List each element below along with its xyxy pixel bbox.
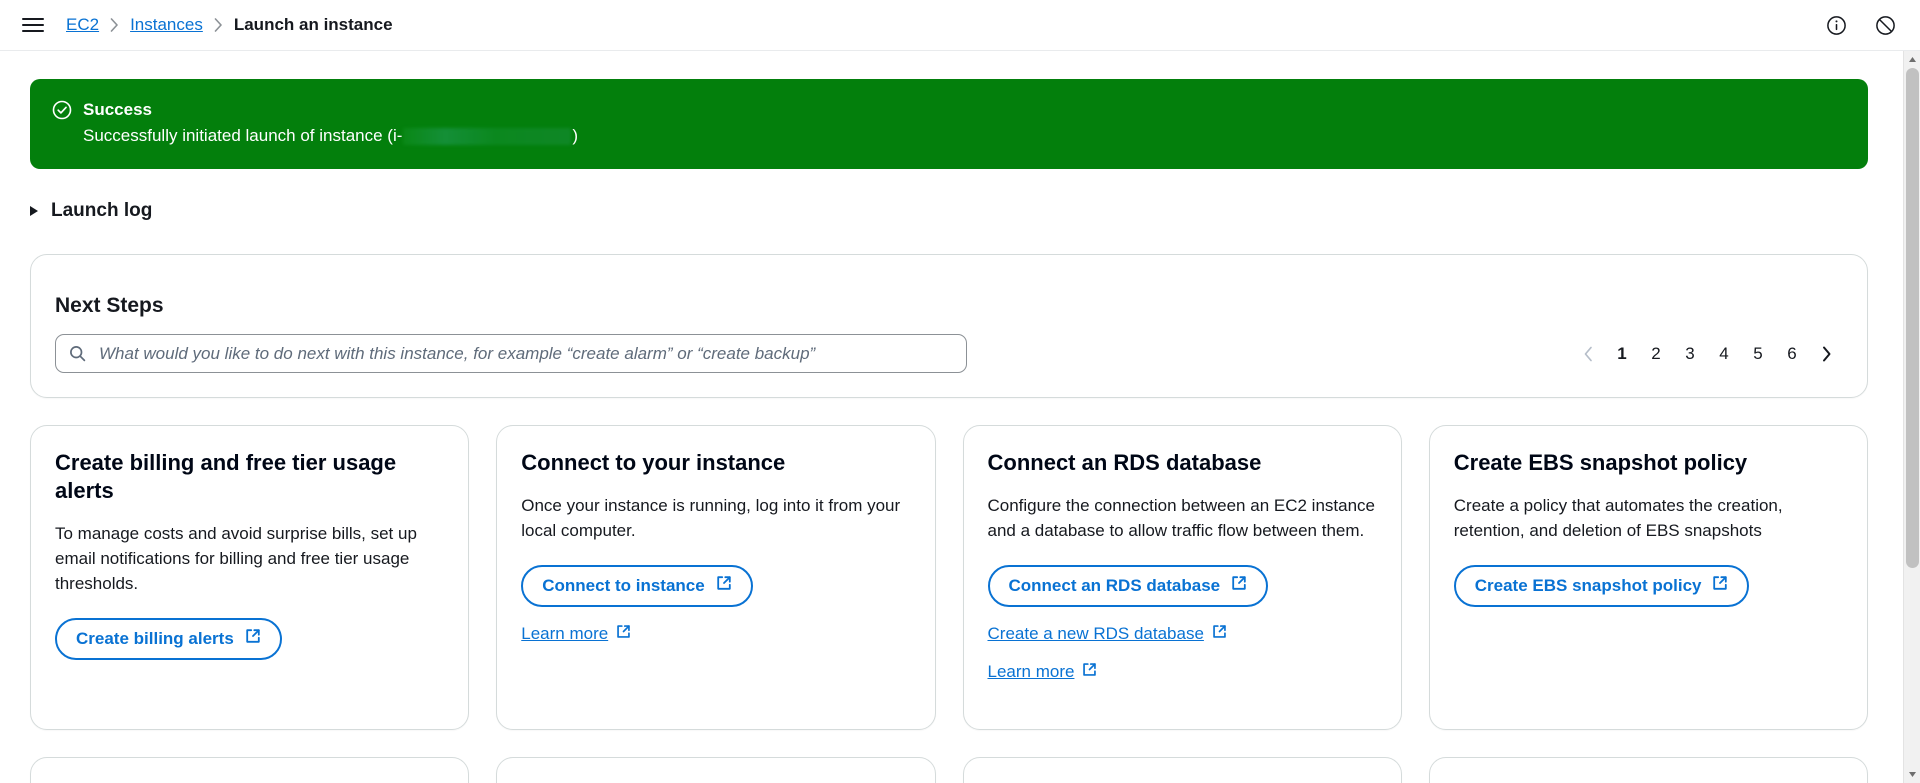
external-link-icon [245,628,261,650]
pagination-page-3[interactable]: 3 [1673,337,1707,371]
breadcrumb-item-ec2[interactable]: EC2 [66,15,99,35]
hamburger-bar [22,18,44,20]
flash-message-suffix: ) [572,126,579,145]
breadcrumb-item-current: Launch an instance [233,15,393,34]
card-description: Configure the connection between an EC2 … [987,496,1375,541]
external-link-icon [616,623,631,645]
search-icon [69,345,86,362]
search-input[interactable] [97,335,953,373]
pagination-page-4[interactable]: 4 [1707,337,1741,371]
card-connect-to-your-instance: Connect to your instance Once your insta… [496,425,936,731]
pagination-page-5[interactable]: 5 [1741,337,1775,371]
success-flash-banner: Success Successfully initiated launch of… [30,79,1868,169]
scroll-down-arrow-icon[interactable] [1904,766,1920,783]
button-label: Connect an RDS database [1008,576,1221,596]
link-label: Learn more [987,662,1075,682]
vertical-scrollbar[interactable] [1903,51,1920,783]
card-description: Create a policy that automates the creat… [1453,496,1783,541]
learn-more-link[interactable]: Learn more [988,661,1098,683]
connect-to-instance-button[interactable]: Connect to instance [521,565,753,608]
card-placeholder [1428,757,1868,783]
external-link-icon [1212,623,1227,645]
create-a-new-rds-database-link[interactable]: Create a new RDS database [988,623,1227,645]
breadcrumb: EC2 Instances Launch an instance [66,15,393,35]
next-steps-search-box[interactable] [55,334,967,374]
flash-message-prefix: Successfully initiated launch of instanc… [83,126,403,145]
card-title: Connect to your instance [521,450,786,476]
external-link-icon [716,575,732,597]
launch-log-expander[interactable]: Launch log [30,200,152,222]
next-steps-title: Next Steps [55,294,164,318]
card-description: To manage costs and avoid surprise bills… [55,524,417,594]
link-label: Learn more [521,624,609,644]
button-label: Connect to instance [542,576,705,596]
card-actions: Create billing alerts [55,618,444,661]
learn-more-link[interactable]: Learn more [521,623,631,645]
pagination: 1 2 3 4 5 6 [1571,337,1843,371]
next-steps-card-grid: Create billing and free tier usage alert… [30,425,1868,731]
pagination-page-2[interactable]: 2 [1639,337,1673,371]
card-create-billing-alerts: Create billing and free tier usage alert… [30,425,470,731]
create-ebs-snapshot-policy-button[interactable]: Create EBS snapshot policy [1453,565,1750,608]
link-label: Create a new RDS database [987,624,1204,644]
card-actions: Create EBS snapshot policy [1453,565,1843,608]
breadcrumb-item-instances[interactable]: Instances [130,15,203,35]
page-content: Success Successfully initiated launch of… [0,51,1898,783]
top-header: EC2 Instances Launch an instance [0,0,1920,51]
card-title: Create EBS snapshot policy [1453,450,1748,476]
card-actions: Connect an RDS database Create a new RDS… [987,565,1377,683]
header-actions [1826,15,1896,36]
external-link-icon [1231,575,1247,597]
card-title: Create billing and free tier usage alert… [55,450,397,504]
next-steps-toolbar: 1 2 3 4 5 6 [55,334,1843,374]
hamburger-bar [22,30,44,32]
breadcrumb-separator [110,18,119,32]
button-label: Create EBS snapshot policy [1474,576,1702,596]
pagination-next-button[interactable] [1809,337,1843,371]
hamburger-bar [22,24,44,26]
hamburger-menu-icon[interactable] [22,14,44,36]
card-placeholder [30,757,470,783]
flash-title: Success [83,100,152,119]
external-link-icon [1082,661,1097,683]
card-actions: Connect to instance Learn more [521,565,910,645]
flash-body: Success Successfully initiated launch of… [83,99,1846,147]
next-steps-card-grid-row2 [30,757,1868,783]
scrollbar-thumb[interactable] [1906,68,1919,568]
next-steps-container: Next Steps What would you like to do nex… [30,254,1868,399]
button-label: Create billing alerts [76,629,234,649]
card-description: Once your instance is running, log into … [521,496,901,541]
card-placeholder [962,757,1402,783]
status-success-check-circle-icon [52,100,72,125]
launch-log-label: Launch log [51,200,153,221]
pagination-page-1[interactable]: 1 [1605,337,1639,371]
breadcrumb-separator [214,18,223,32]
scroll-up-arrow-icon[interactable] [1904,51,1920,68]
redacted-instance-id [403,127,572,145]
card-connect-an-rds-database: Connect an RDS database Configure the co… [962,425,1402,731]
connect-an-rds-database-button[interactable]: Connect an RDS database [987,565,1269,608]
card-title: Connect an RDS database [987,450,1262,476]
create-billing-alerts-button[interactable]: Create billing alerts [55,618,282,661]
pagination-page-6[interactable]: 6 [1775,337,1809,371]
caret-right-icon [30,206,38,216]
page-scroll-area: Success Successfully initiated launch of… [0,51,1920,783]
card-create-ebs-snapshot-policy: Create EBS snapshot policy Create a poli… [1428,425,1868,731]
card-placeholder [496,757,936,783]
flash-message: Successfully initiated launch of instanc… [83,125,1846,147]
external-link-icon [1712,575,1728,597]
info-circle-icon[interactable] [1826,15,1847,36]
notifications-bell-icon[interactable] [1875,15,1896,36]
pagination-prev-button[interactable] [1571,337,1605,371]
